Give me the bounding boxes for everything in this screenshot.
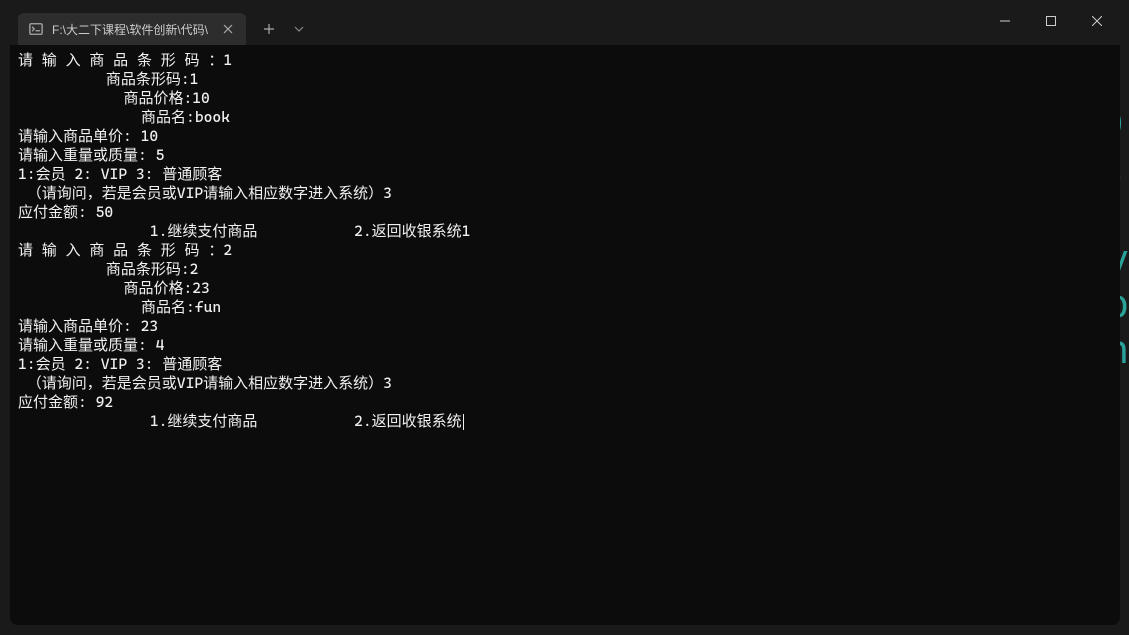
tab-dropdown-button[interactable]: [284, 14, 314, 44]
maximize-button[interactable]: [1028, 5, 1074, 37]
close-button[interactable]: [1074, 5, 1120, 37]
titlebar: F:\大二下课程\软件创新\代码\: [10, 5, 1120, 45]
text-cursor: [463, 414, 464, 430]
window-controls: [982, 5, 1120, 37]
terminal-window: F:\大二下课程\软件创新\代码\ 请 输 入 商 品 条 形 码 ：1 商品条…: [10, 5, 1120, 625]
new-tab-button[interactable]: [254, 14, 284, 44]
terminal-tab[interactable]: F:\大二下课程\软件创新\代码\: [18, 13, 246, 45]
terminal-output[interactable]: 请 输 入 商 品 条 形 码 ：1 商品条形码:1 商品价格:10 商品名:b…: [10, 45, 1120, 625]
terminal-icon: [28, 21, 44, 37]
minimize-button[interactable]: [982, 5, 1028, 37]
tab-close-button[interactable]: [220, 21, 236, 37]
tab-title: F:\大二下课程\软件创新\代码\: [52, 21, 208, 38]
